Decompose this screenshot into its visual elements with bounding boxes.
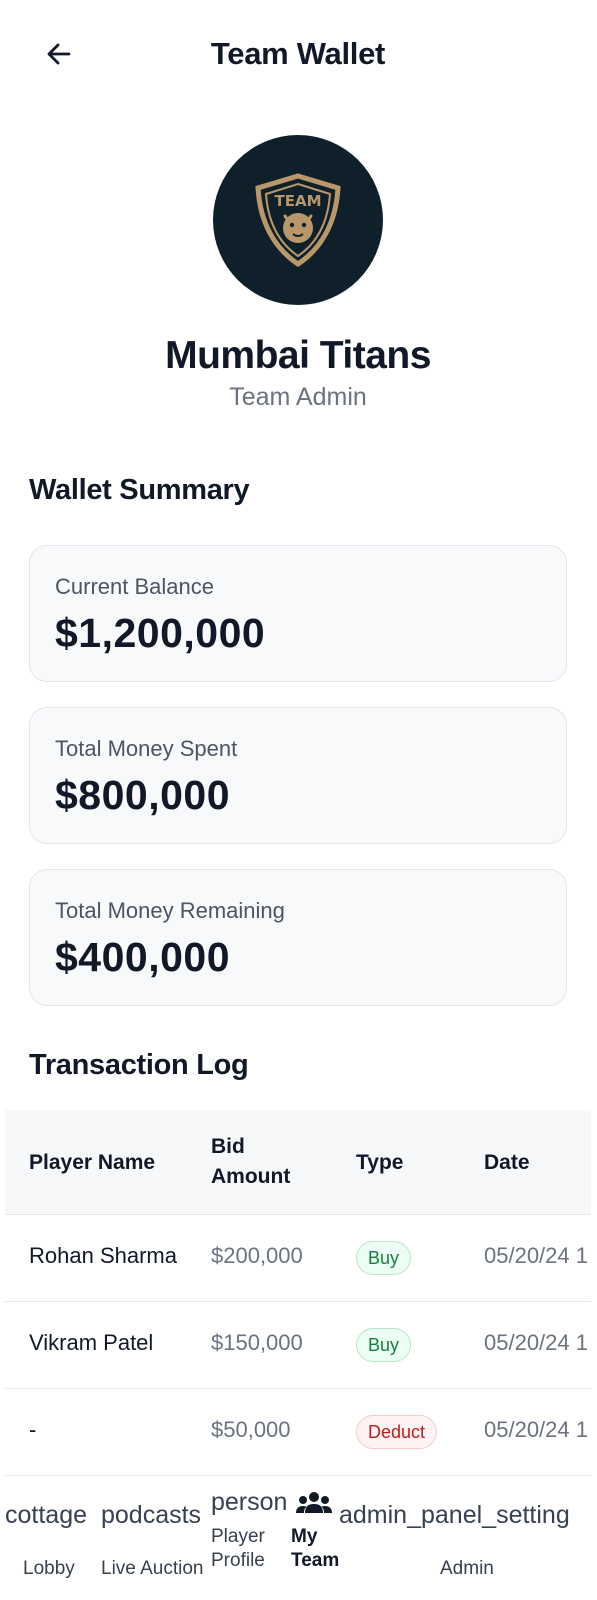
cottage-icon: cottage: [5, 1501, 88, 1529]
column-bid-line2: Amount: [211, 1165, 291, 1188]
team-role: Team Admin: [229, 383, 367, 411]
nav-label: Admin: [440, 1558, 494, 1579]
type-badge: Buy: [356, 1241, 412, 1275]
nav-label: Live Auction: [101, 1558, 204, 1579]
table-row: Rohan Sharma $200,000 Buy 05/20/24 1: [5, 1215, 591, 1302]
table-header: Player Name Bid Amount Type Date: [5, 1110, 591, 1215]
nav-live-auction[interactable]: podcasts Live Auction: [101, 1477, 211, 1600]
cell-amount: $50,000: [211, 1417, 291, 1442]
card-value: $400,000: [55, 934, 231, 980]
wallet-summary-title: Wallet Summary: [29, 474, 250, 506]
type-badge: Deduct: [356, 1415, 438, 1449]
cell-date: 05/20/24 1: [484, 1330, 588, 1355]
cell-date: 05/20/24 1: [484, 1243, 588, 1268]
transaction-log-title: Transaction Log: [29, 1049, 249, 1081]
column-date: Date: [484, 1151, 530, 1174]
nav-label-line2: Profile: [211, 1550, 265, 1571]
column-type: Type: [356, 1151, 404, 1174]
total-spent-card: Total Money Spent $800,000: [29, 707, 567, 844]
cell-player: Vikram Patel: [29, 1330, 154, 1355]
nav-label-line2: Team: [291, 1550, 340, 1571]
total-remaining-card: Total Money Remaining $400,000: [29, 869, 567, 1006]
current-balance-card: Current Balance $1,200,000: [29, 545, 567, 682]
podcasts-icon: podcasts: [101, 1501, 202, 1529]
team-name: Mumbai Titans: [165, 334, 431, 377]
cell-amount: $150,000: [211, 1330, 303, 1355]
app-screen: Team Wallet TEAM Mumbai Titans Team Admi…: [5, 0, 591, 1600]
nav-label-line1: My: [291, 1526, 318, 1547]
column-player-name: Player Name: [29, 1151, 156, 1174]
card-label: Current Balance: [55, 574, 214, 599]
nav-lobby[interactable]: cottage Lobby: [5, 1477, 101, 1600]
card-value: $800,000: [55, 772, 231, 818]
bottom-navigation: cottage Lobby podcasts Live Auction pers…: [5, 1477, 591, 1600]
logo-text: TEAM: [274, 192, 321, 210]
team-logo: TEAM: [213, 135, 383, 305]
admin-panel-settings-icon: admin_panel_setting: [339, 1501, 570, 1529]
cell-amount: $200,000: [211, 1243, 303, 1268]
top-app-bar: Team Wallet: [5, 0, 591, 110]
page-title: Team Wallet: [210, 36, 386, 71]
nav-my-team[interactable]: My Team: [291, 1477, 339, 1600]
card-label: Total Money Spent: [55, 736, 238, 761]
team-shield-logo: TEAM: [255, 173, 341, 268]
transaction-table: Player Name Bid Amount Type Date Rohan S…: [5, 1110, 591, 1476]
table-row: - $50,000 Deduct 05/20/24 1: [5, 1389, 591, 1476]
person-icon: person: [211, 1488, 288, 1516]
nav-label-line1: Player: [211, 1526, 265, 1547]
type-badge: Buy: [356, 1328, 412, 1362]
nav-label: Lobby: [23, 1558, 75, 1579]
card-label: Total Money Remaining: [55, 898, 285, 923]
column-bid-line1: Bid: [211, 1135, 245, 1158]
card-value: $1,200,000: [55, 610, 266, 656]
nav-admin[interactable]: admin_panel_setting Admin: [339, 1477, 591, 1600]
table-row: Vikram Patel $150,000 Buy 05/20/24 1: [5, 1302, 591, 1389]
column-bid-amount: Bid Amount: [211, 1132, 290, 1192]
cell-player: Rohan Sharma: [29, 1243, 177, 1268]
group-icon: [296, 1492, 332, 1513]
cell-player: -: [29, 1417, 37, 1442]
nav-player-profile[interactable]: person Player Profile: [211, 1477, 291, 1600]
cell-date: 05/20/24 1: [484, 1417, 588, 1442]
